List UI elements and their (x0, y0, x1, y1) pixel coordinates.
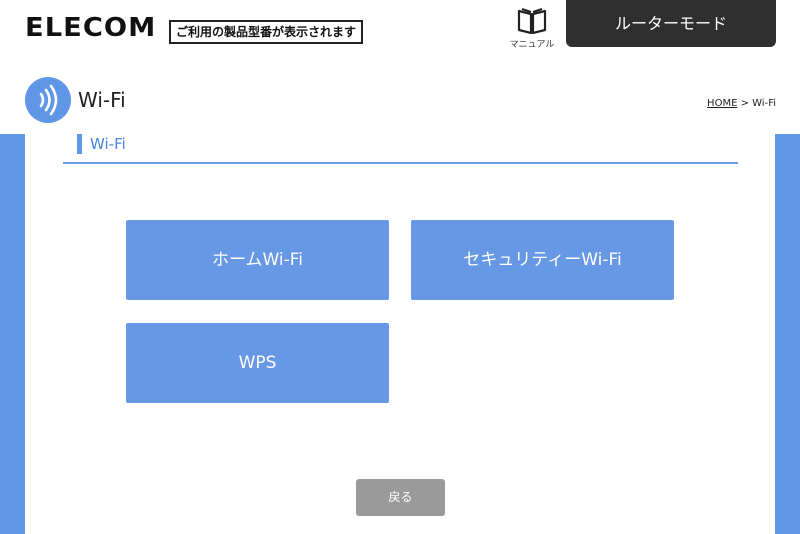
manual-label: マニュアル (509, 40, 555, 50)
manual-link[interactable]: マニュアル (502, 8, 562, 50)
section-title: Wi-Fi (90, 135, 126, 153)
elecom-logo: ELECOM (25, 13, 157, 43)
section-accent-bar (77, 134, 82, 154)
section-header: Wi-Fi (63, 134, 738, 164)
breadcrumb-current: Wi-Fi (752, 98, 776, 109)
wifi-signal-icon (25, 77, 71, 123)
page-title-row: Wi-Fi HOME > Wi-Fi (0, 70, 800, 134)
home-wifi-button[interactable]: ホームWi-Fi (126, 220, 389, 300)
breadcrumb-separator: > (737, 98, 753, 109)
right-side-bar (775, 134, 800, 534)
breadcrumb-home-link[interactable]: HOME (707, 98, 737, 109)
header: ELECOM ご利用の製品型番が表示されます マニュアル ルーターモード (0, 0, 800, 70)
book-icon (517, 8, 547, 34)
model-number-notice: ご利用の製品型番が表示されます (169, 20, 364, 44)
wps-button[interactable]: WPS (126, 323, 389, 403)
page-title: Wi-Fi (78, 88, 126, 112)
breadcrumb: HOME > Wi-Fi (707, 98, 776, 109)
back-button[interactable]: 戻る (356, 479, 445, 516)
security-wifi-button[interactable]: セキュリティーWi-Fi (411, 220, 674, 300)
router-mode-button[interactable]: ルーターモード (566, 0, 776, 47)
left-side-bar (0, 134, 25, 534)
